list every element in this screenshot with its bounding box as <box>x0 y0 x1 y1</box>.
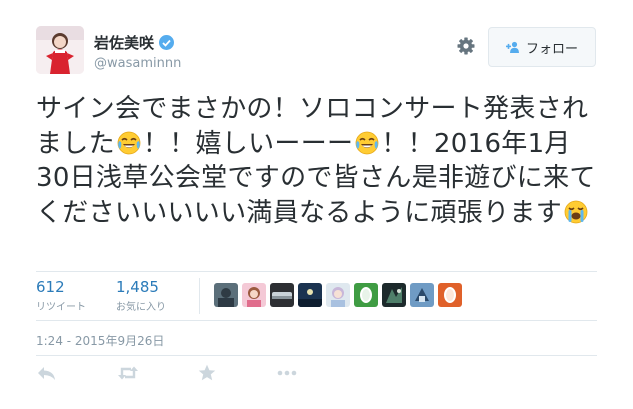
favorite-count-label: お気に入り <box>116 302 166 313</box>
follow-button[interactable]: フォロー <box>488 27 596 67</box>
stats-divider <box>199 278 200 314</box>
tweet-stats: 612 リツイート 1,485 お気に入り <box>36 271 597 321</box>
add-user-icon <box>505 41 520 53</box>
favoriter-avatar[interactable] <box>354 283 378 307</box>
favorite-count[interactable]: 1,485 <box>116 278 166 296</box>
face-with-tears-of-joy-icon <box>354 130 380 156</box>
display-name[interactable]: 岩佐美咲 <box>94 32 154 53</box>
tweet-card: 岩佐美咲 @wasaminnn フォロー サイン会でまさかの！ソロコンサート発表… <box>0 0 633 409</box>
star-icon[interactable] <box>196 364 218 382</box>
favoriter-avatar[interactable] <box>410 283 434 307</box>
favoriter-avatar[interactable] <box>382 283 406 307</box>
reply-icon[interactable] <box>36 364 58 382</box>
retweet-count[interactable]: 612 <box>36 278 86 296</box>
favoriter-avatars <box>214 283 462 307</box>
retweet-icon[interactable] <box>117 364 139 382</box>
display-name-row[interactable]: 岩佐美咲 <box>94 32 181 53</box>
follow-button-label: フォロー <box>525 41 578 57</box>
verified-badge-icon <box>159 35 175 50</box>
tweet-text-part-2: ！！嬉しいーーー <box>142 128 354 159</box>
favoriter-avatar[interactable] <box>438 283 462 307</box>
tweet-timestamp[interactable]: 1:24 - 2015年9月26日 <box>36 332 164 349</box>
face-with-tears-of-joy-icon <box>116 130 142 156</box>
favoriter-avatar[interactable] <box>326 283 350 307</box>
more-icon[interactable] <box>276 364 298 382</box>
gear-icon[interactable] <box>456 36 476 56</box>
favoriter-avatar[interactable] <box>214 283 238 307</box>
retweet-count-label: リツイート <box>36 302 86 313</box>
tweet-text: サイン会でまさかの！ソロコンサート発表されました ！！嬉しいーーー ！！2016年1… <box>36 92 601 230</box>
favoriter-avatar[interactable] <box>242 283 266 307</box>
favorite-count-stat[interactable]: 1,485 お気に入り <box>116 278 166 313</box>
favoriter-avatar[interactable] <box>298 283 322 307</box>
user-handle[interactable]: @wasaminnn <box>94 56 181 71</box>
avatar[interactable] <box>36 26 84 74</box>
retweet-count-stat[interactable]: 612 リツイート <box>36 278 86 313</box>
user-names: 岩佐美咲 @wasaminnn <box>94 32 181 71</box>
favoriter-avatar[interactable] <box>270 283 294 307</box>
loudly-crying-face-icon <box>563 199 589 225</box>
actions-divider <box>36 355 597 356</box>
